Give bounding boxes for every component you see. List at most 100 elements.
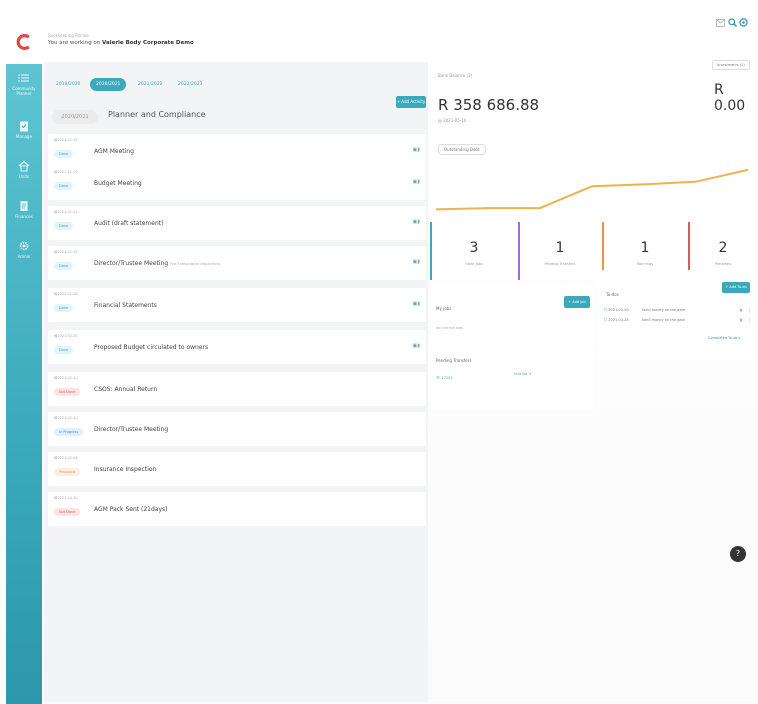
stat-label: Open Jobs xyxy=(465,262,483,266)
no-jobs-text: No current jobs xyxy=(436,326,463,330)
sidebar-item-label: Community Planner xyxy=(12,86,36,96)
sidebar-item-label: Units xyxy=(18,174,30,179)
todo-item[interactable]: ☐ 2021-04-28 Send money on the gate ▮ / xyxy=(604,318,752,327)
settings-icon[interactable] xyxy=(739,18,748,27)
delete-icon[interactable]: ▮ xyxy=(417,179,420,185)
planner-row[interactable]: ▤2021-11-09 Done Budget Meeting ▣▮ xyxy=(48,166,426,200)
row-date: ▤2021-01-15 xyxy=(54,250,78,254)
stat-card[interactable]: 1 Pending Transfers xyxy=(518,222,600,280)
planner-row[interactable]: ▤2021-02-20 Done Proposed Budget circulate… xyxy=(48,330,426,364)
checkbox-icon[interactable]: ☐ xyxy=(604,318,607,322)
row-date: ▤2021-01-21 xyxy=(54,210,78,214)
help-button[interactable]: ? xyxy=(730,546,746,562)
todo-item[interactable]: ☐ 2021-05-20 Send money on the gate ▮ / xyxy=(604,308,752,317)
tab-year-2022-2023[interactable]: 2022/2023 xyxy=(172,78,208,91)
sidebar-item-label: Finances xyxy=(15,214,33,219)
row-date: ▤2021-01-15 xyxy=(54,138,78,142)
delete-icon[interactable]: ▮ xyxy=(417,219,420,225)
delete-icon[interactable]: ▮ xyxy=(417,259,420,265)
investments-button[interactable]: Investments (1) xyxy=(712,60,750,70)
planner-row[interactable]: ▤2021-04-30 Not Done AGM Pack Sent (21days… xyxy=(48,492,426,526)
row-actions: ▣▮ xyxy=(413,343,421,349)
pending-transfers-title: Pending Transfers xyxy=(436,358,472,363)
investments-value: R 0.00 xyxy=(714,82,746,114)
sidebar-item-manage[interactable]: Manage xyxy=(6,120,42,139)
row-title: AGM Meeting xyxy=(94,148,134,155)
stat-value: 1 xyxy=(640,240,650,256)
mail-icon[interactable] xyxy=(716,18,725,27)
app-window: Bookkeeping Pitmoe You are working on Va… xyxy=(0,0,758,704)
sidebar-item-community-planner[interactable]: Community Planner xyxy=(6,72,42,96)
planner-row[interactable]: ▤2021-01-21 Done Audit (draft statement) ▣… xyxy=(48,206,426,240)
stat-value: 2 xyxy=(718,240,728,256)
transfer-ref-link[interactable]: TF-17202 xyxy=(436,376,453,380)
planner-row[interactable]: ▤2021-02-28 Proposed Insurance Inspection xyxy=(48,452,426,486)
row-title: Director/Trustee Meeting Fire Extinguish… xyxy=(94,260,221,267)
row-date: ▤2021-01-28 xyxy=(54,292,78,296)
investments-sub: 2– xyxy=(714,104,719,109)
bank-balance-value: R 358 686.88 xyxy=(438,96,540,114)
planner-row[interactable]: ▤2021-02-20 In Progress Director/Trustee M… xyxy=(48,412,426,446)
app-logo[interactable] xyxy=(16,33,32,51)
planner-row[interactable]: ▤2021-01-28 Done Financial Statements ▣▮ xyxy=(48,288,426,322)
row-date: ▤2021-02-20 xyxy=(54,334,78,338)
top-icons xyxy=(716,18,748,27)
row-actions: ▣▮ xyxy=(413,179,421,185)
current-year-pill[interactable]: 2020/2021 xyxy=(52,110,98,124)
row-title: Insurance Inspection xyxy=(94,466,157,473)
list-icon xyxy=(18,74,29,82)
search-icon[interactable] xyxy=(727,18,737,27)
delete-icon[interactable]: ▮ xyxy=(417,301,420,307)
planner-row[interactable]: ▤2021-01-15 Done AGM Meeting ▣▮ xyxy=(48,134,426,168)
sidebar-item-admin[interactable]: Admin xyxy=(6,240,42,259)
working-on-text: You are working on Valerie Body Corporat… xyxy=(48,40,194,46)
topbar-subtitle: Bookkeeping Pitmoe xyxy=(48,33,89,38)
add-activity-button[interactable]: + Add Activity xyxy=(396,96,426,108)
sidebar: Community Planner Manage Units Finances … xyxy=(6,64,42,704)
edit-icon[interactable]: / xyxy=(749,308,750,312)
bank-balance-date: ▤ 2021-05-10 xyxy=(438,118,467,123)
calendar-icon: ▤ xyxy=(438,118,442,123)
add-job-button[interactable]: + Add Job xyxy=(564,296,590,308)
sidebar-item-units[interactable]: Units xyxy=(6,160,42,179)
row-title: Audit (draft statement) xyxy=(94,220,164,227)
row-actions: ▣▮ xyxy=(413,301,421,307)
add-todo-button[interactable]: + Add To-do xyxy=(722,282,750,293)
status-badge: Done xyxy=(54,346,74,354)
checkbox-icon[interactable]: ☐ xyxy=(604,308,607,312)
planner-row[interactable]: ▤2021-01-15 Done Director/Trustee Meeting … xyxy=(48,246,426,280)
completed-todos-link[interactable]: Completed To-do's xyxy=(708,336,740,340)
tab-year-2020-2021[interactable]: 2020/2021 xyxy=(90,78,127,91)
stat-card[interactable]: 3 Open Jobs xyxy=(430,222,516,280)
body-corporate-name[interactable]: Valerie Body Corporate Demo xyxy=(102,40,194,46)
delete-icon[interactable]: ▮ xyxy=(740,318,742,322)
todos-title: To-dos xyxy=(606,292,619,297)
delete-icon[interactable]: ▮ xyxy=(740,308,742,312)
row-date: ▤2021-04-30 xyxy=(54,496,78,500)
delete-icon[interactable]: ▮ xyxy=(417,147,420,153)
row-date: ▤2021-11-09 xyxy=(54,170,78,174)
status-badge: In Progress xyxy=(54,428,84,436)
clipboard-icon xyxy=(20,121,28,132)
stat-label: Penalties xyxy=(715,262,731,266)
my-jobs-card xyxy=(430,284,594,346)
planner-row[interactable]: ▤2021-02-20 Not Done CSOS: Annual Return xyxy=(48,372,426,406)
delete-icon[interactable]: ▮ xyxy=(417,343,420,349)
sidebar-item-finances[interactable]: Finances xyxy=(6,200,42,219)
tab-year-2019-2020[interactable]: 2019/2020 xyxy=(50,78,86,91)
tab-year-2021-2022[interactable]: 2021/2022 xyxy=(132,78,168,91)
edit-icon[interactable]: / xyxy=(749,318,750,322)
status-badge: Proposed xyxy=(54,468,81,476)
row-actions: ▣▮ xyxy=(413,219,421,225)
row-date: ▤2021-02-28 xyxy=(54,456,78,460)
row-date: ▤2021-02-20 xyxy=(54,416,78,420)
status-badge: Done xyxy=(54,222,74,230)
stat-value: 3 xyxy=(469,240,479,256)
status-badge: Done xyxy=(54,304,74,312)
status-badge: Not Done xyxy=(54,508,81,516)
home-icon xyxy=(18,160,30,172)
row-title: AGM Pack Sent (21days) xyxy=(94,506,168,513)
transfer-unit-link[interactable]: Unit No. 5 xyxy=(514,372,531,376)
row-actions: ▣▮ xyxy=(413,259,421,265)
stat-label: Warnings xyxy=(636,262,654,266)
